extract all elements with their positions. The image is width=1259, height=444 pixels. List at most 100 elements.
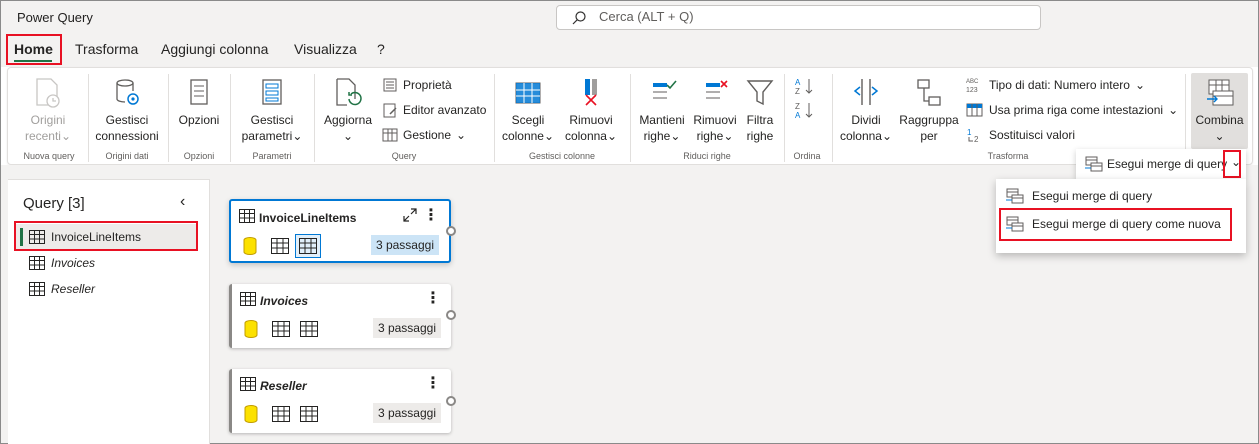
gestisci-connessioni-label-2: connessioni (95, 129, 159, 143)
sostituisci-valori-button[interactable]: 12 Sostituisci valori (966, 127, 1075, 143)
sort-descending-icon: ZA (795, 102, 813, 120)
group-label-ordina: Ordina (793, 151, 821, 161)
proprieta-label: Proprietà (403, 78, 452, 92)
manage-connections-icon (116, 79, 139, 105)
merge-split-button[interactable]: Esegui merge di query ⌄ (1076, 149, 1246, 179)
menu-item-merge-queries-as-new[interactable]: Esegui merge di query come nuova (1002, 210, 1234, 238)
sort-ascending-button[interactable]: AZ (794, 76, 814, 96)
group-by-icon (917, 79, 941, 106)
sostituisci-valori-label: Sostituisci valori (989, 128, 1076, 142)
card-connector[interactable] (446, 310, 456, 320)
group-separator (630, 74, 631, 162)
svg-text:A: A (795, 111, 801, 120)
sort-ascending-icon: AZ (795, 78, 813, 96)
group-separator (314, 74, 315, 162)
gestione-button[interactable]: Gestione ⌄ (382, 127, 466, 143)
raggruppa-per-label-1: Raggruppa (899, 113, 959, 127)
menu-item-merge-queries[interactable]: Esegui merge di query (1002, 182, 1234, 210)
dividi-colonna-label-2: colonna (839, 129, 882, 143)
table-icon (240, 377, 256, 391)
chevron-down-icon: ⌄ (342, 129, 354, 143)
search-box[interactable] (556, 5, 1041, 30)
expand-icon[interactable] (403, 208, 417, 222)
tipo-dati-label: Tipo di dati: Numero intero (989, 78, 1130, 92)
editor-avanzato-button[interactable]: Editor avanzato (382, 102, 486, 118)
proprieta-button[interactable]: Proprietà (382, 77, 452, 93)
table-step-icon (272, 406, 290, 422)
usa-prima-riga-label: Usa prima riga come intestazioni (989, 103, 1164, 117)
svg-text:1: 1 (967, 128, 972, 137)
keep-rows-icon (653, 80, 677, 99)
use-first-row-icon (966, 103, 983, 117)
group-separator (168, 74, 169, 162)
dividi-colonna-button[interactable]: Dividi colonna⌄ (838, 77, 894, 144)
mantieni-righe-button[interactable]: Mantieni righe⌄ (636, 77, 688, 144)
group-separator (784, 74, 785, 162)
tab-trasforma[interactable]: Trasforma (75, 41, 138, 57)
gestisci-connessioni-button[interactable]: Gestisci connessioni (92, 77, 162, 144)
tipo-dati-button[interactable]: ABC 123 Tipo di dati: Numero intero ⌄ (966, 77, 1145, 93)
steps-badge: 3 passaggi (370, 235, 439, 255)
svg-text:ABC: ABC (966, 79, 979, 85)
rimuovi-colonne-button[interactable]: Rimuovi colonna⌄ (560, 77, 622, 144)
tab-aggiungi-colonna[interactable]: Aggiungi colonna (161, 41, 268, 57)
combina-button[interactable]: Combina ⌄ (1191, 77, 1248, 144)
raggruppa-per-button[interactable]: Raggruppa per (898, 77, 960, 144)
filtra-righe-button[interactable]: Filtra righe (742, 77, 778, 144)
selected-indicator (20, 228, 23, 246)
replace-values-icon: 12 (967, 128, 979, 143)
origini-recenti-button[interactable]: Origini recenti⌄ (18, 77, 78, 144)
rimuovi-righe-button[interactable]: Rimuovi righe⌄ (690, 77, 740, 144)
query-item-invoices[interactable]: Invoices (16, 250, 198, 276)
gestisci-parametri-button[interactable]: Gestisci parametri⌄ (234, 77, 310, 144)
gestione-label: Gestione (403, 128, 452, 142)
svg-text:2: 2 (974, 135, 979, 143)
tab-visualizza[interactable]: Visualizza (294, 41, 357, 57)
rimuovi-righe-label-2: righe (696, 129, 724, 143)
scegli-colonne-button[interactable]: Scegli colonne⌄ (500, 77, 556, 144)
query-card-invoicelineitems[interactable]: InvoiceLineItems ⋮ 3 passaggi (229, 199, 451, 263)
chevron-down-icon: ⌄ (60, 129, 72, 143)
card-connector[interactable] (446, 396, 456, 406)
group-separator (494, 74, 495, 162)
card-connector[interactable] (446, 226, 456, 236)
query-item-invoicelineitems[interactable]: InvoiceLineItems (16, 224, 198, 250)
opzioni-button[interactable]: Opzioni (174, 77, 224, 128)
database-icon (244, 320, 258, 338)
tab-home[interactable]: Home (14, 41, 53, 57)
origini-recenti-label-2: recenti (24, 129, 61, 143)
table-step-icon (272, 321, 290, 337)
chevron-down-icon: ⌄ (543, 129, 555, 143)
table-step-icon (271, 238, 289, 254)
chevron-down-icon: ⌄ (1168, 103, 1179, 117)
group-separator (832, 74, 833, 162)
ribbon: Origini recenti⌄ Nuova query Gestisci co… (7, 67, 1253, 165)
origini-recenti-label-1: Origini (30, 113, 66, 127)
table-icon (29, 282, 45, 296)
usa-prima-riga-button[interactable]: Usa prima riga come intestazioni ⌄ (966, 102, 1178, 118)
remove-columns-icon (585, 79, 597, 106)
collapse-panel-icon[interactable]: ‹ (180, 193, 185, 211)
query-item-reseller[interactable]: Reseller (16, 276, 198, 302)
chevron-down-icon[interactable]: ⌄ (1231, 155, 1241, 169)
query-card-invoices[interactable]: Invoices ⋮ 3 passaggi (229, 284, 451, 348)
group-label-opzioni: Opzioni (183, 151, 215, 161)
query-card-reseller[interactable]: Reseller ⋮ 3 passaggi (229, 369, 451, 433)
rimuovi-colonne-label-1: Rimuovi (569, 113, 613, 127)
group-label-origini-dati: Origini dati (105, 151, 149, 161)
manage-icon (382, 128, 398, 142)
search-input[interactable] (599, 9, 999, 24)
table-step-icon (300, 321, 318, 337)
tab-help[interactable]: ? (377, 41, 385, 57)
aggiorna-button[interactable]: Aggiorna ⌄ (320, 77, 376, 144)
more-options-icon[interactable]: ⋮ (425, 288, 441, 308)
more-options-icon[interactable]: ⋮ (423, 205, 439, 225)
remove-rows-icon (706, 80, 728, 99)
sort-descending-button[interactable]: ZA (794, 100, 814, 120)
gestisci-parametri-label-2: parametri (241, 129, 293, 143)
table-icon (29, 256, 45, 270)
chevron-down-icon: ⌄ (1214, 129, 1225, 143)
selected-step[interactable] (295, 234, 321, 258)
more-options-icon[interactable]: ⋮ (425, 373, 441, 393)
combine-icon (1206, 79, 1233, 106)
